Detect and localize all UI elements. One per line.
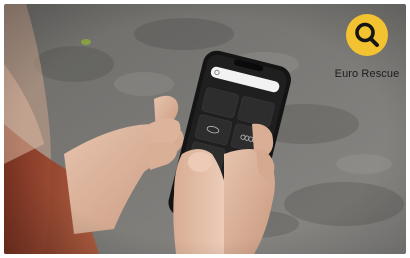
brand-logo-block: Euro Rescue — [328, 10, 406, 90]
magnifier-icon — [346, 14, 388, 56]
brand-name: Euro Rescue — [334, 68, 400, 80]
